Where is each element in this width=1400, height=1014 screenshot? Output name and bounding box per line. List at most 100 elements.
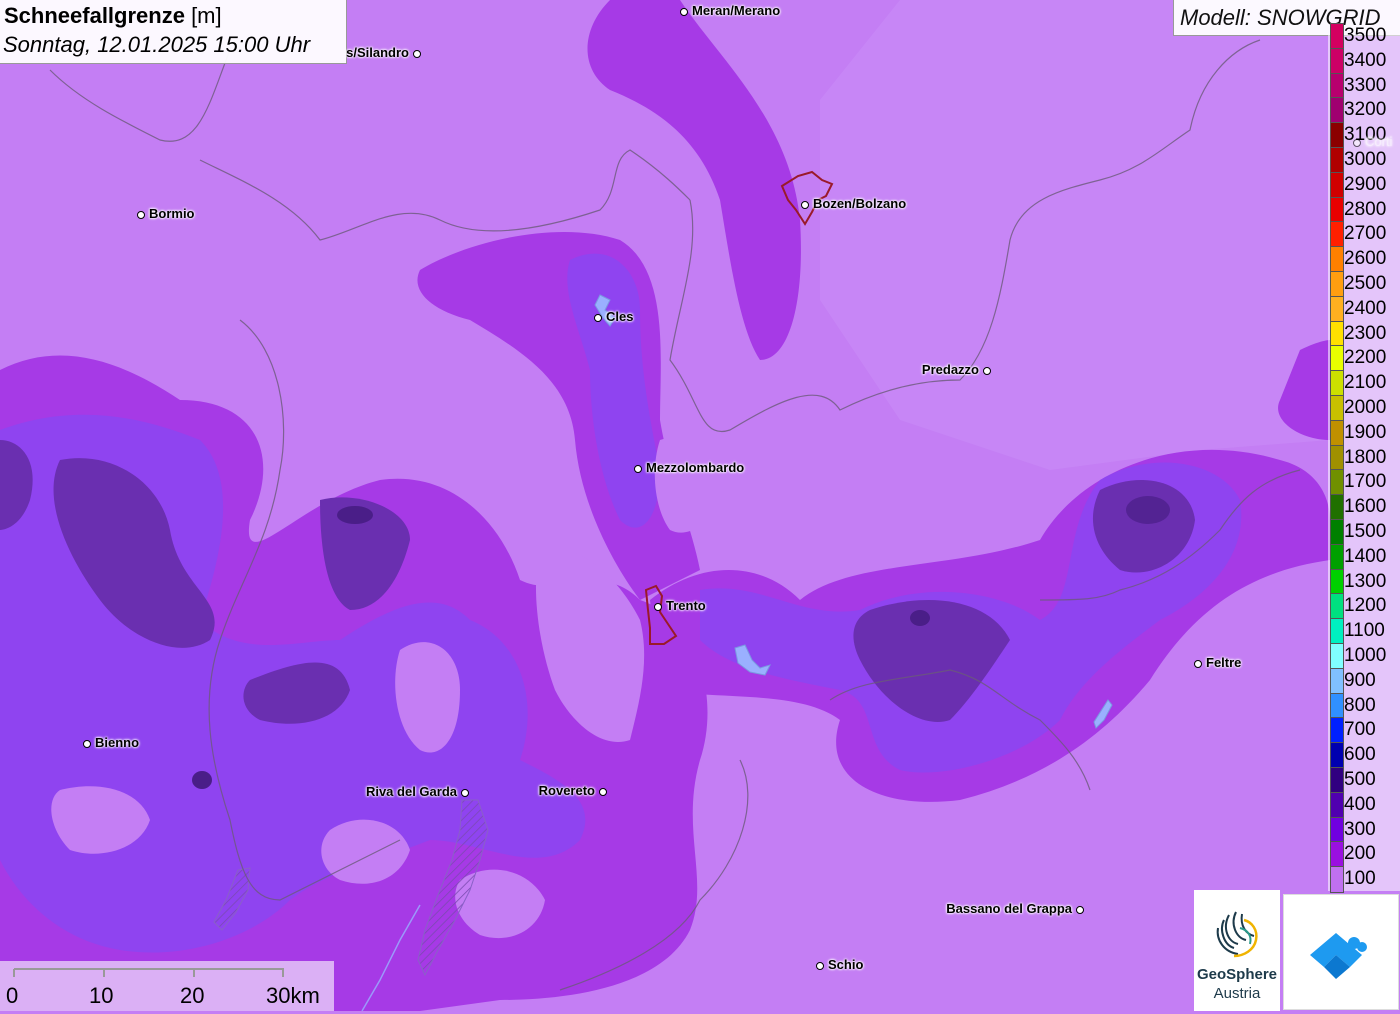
legend-label: 1400 <box>1344 545 1387 567</box>
city-marker[interactable] <box>1353 139 1361 147</box>
legend-label: 400 <box>1344 793 1376 815</box>
legend-label: 100 <box>1344 868 1376 890</box>
scale-label-10: 10 <box>89 983 114 1008</box>
legend-item: 2400 <box>1328 295 1400 323</box>
legend-label: 500 <box>1344 769 1376 790</box>
legend-swatch <box>1330 171 1344 199</box>
legend-swatch <box>1330 519 1344 546</box>
city-label[interactable]: Riva del Garda <box>366 784 457 799</box>
legend-swatch <box>1330 444 1344 472</box>
legend-item: 400 <box>1328 791 1400 819</box>
city-marker[interactable] <box>654 603 662 611</box>
city-marker[interactable] <box>461 789 469 797</box>
legend-item: 1800 <box>1328 444 1400 472</box>
city-marker[interactable] <box>1076 906 1084 914</box>
legend-label: 1500 <box>1344 521 1387 542</box>
legend-label: 2600 <box>1344 248 1387 270</box>
legend-label: 1000 <box>1344 645 1387 666</box>
city-label[interactable]: Bienno <box>95 735 139 750</box>
legend-swatch <box>1330 618 1344 645</box>
legend-item: 2300 <box>1328 320 1400 348</box>
city-label[interactable]: Trento <box>666 598 706 613</box>
city-label[interactable]: Cles <box>606 309 633 324</box>
city-label[interactable]: Bozen/Bolzano <box>813 196 906 211</box>
legend-label: 1700 <box>1344 471 1387 493</box>
legend-label: 700 <box>1344 719 1376 741</box>
legend-swatch <box>1330 494 1344 521</box>
legend-item: 3300 <box>1328 72 1400 100</box>
legend-swatch <box>1330 568 1344 596</box>
legend-swatch <box>1330 643 1344 670</box>
legend-label: 3500 <box>1344 25 1387 46</box>
legend-swatch <box>1330 295 1344 323</box>
legend-label: 3400 <box>1344 49 1387 71</box>
city-label[interactable]: s/Silandro <box>346 45 409 60</box>
map-datetime: Sonntag, 12.01.2025 15:00 Uhr <box>3 32 311 57</box>
legend-label: 3200 <box>1344 99 1387 121</box>
legend-swatch <box>1330 767 1344 794</box>
city-marker[interactable] <box>1194 660 1202 668</box>
legend-swatch <box>1330 370 1344 397</box>
legend-swatch <box>1330 97 1344 125</box>
city-marker[interactable] <box>599 788 607 796</box>
city-marker[interactable] <box>594 314 602 322</box>
city-label[interactable]: Predazzo <box>922 362 979 377</box>
legend-swatch <box>1330 320 1344 348</box>
legend-swatch <box>1330 47 1344 75</box>
legend-item: 700 <box>1328 717 1400 745</box>
city-marker[interactable] <box>634 465 642 473</box>
geosphere-logo[interactable]: GeoSphere Austria <box>1194 890 1280 1011</box>
legend-label: 1200 <box>1344 595 1387 617</box>
legend-item: 300 <box>1328 816 1400 844</box>
legend-swatch <box>1330 667 1344 695</box>
legend-label: 2100 <box>1344 372 1387 394</box>
band-500-spot <box>337 506 373 524</box>
app-logo[interactable] <box>1283 894 1399 1010</box>
city-marker[interactable] <box>413 50 421 58</box>
legend-label: 2700 <box>1344 223 1387 245</box>
city-label[interactable]: Bormio <box>149 206 195 221</box>
city-marker[interactable] <box>83 740 91 748</box>
legend-item: 3200 <box>1328 97 1400 125</box>
city-label[interactable]: Corti <box>1365 134 1392 149</box>
legend-swatch <box>1330 122 1344 149</box>
legend-item: 1100 <box>1328 618 1400 645</box>
city-marker[interactable] <box>983 367 991 375</box>
legend-swatch <box>1330 742 1344 769</box>
geosphere-swirl-icon <box>1216 911 1258 958</box>
legend-swatch <box>1330 72 1344 100</box>
legend-swatch <box>1330 543 1344 571</box>
scale-panel: 0 10 20 30km <box>0 961 334 1011</box>
legend-label: 600 <box>1344 744 1376 766</box>
geosphere-country: Austria <box>1213 985 1261 1002</box>
mountain-cloud-icon <box>1310 933 1367 979</box>
legend-item: 1700 <box>1328 469 1400 497</box>
legend-swatch <box>1330 841 1344 869</box>
legend-swatch <box>1330 791 1344 819</box>
city-label[interactable]: Meran/Merano <box>692 3 780 18</box>
legend-swatch <box>1330 345 1344 373</box>
city-marker[interactable] <box>801 201 809 209</box>
title-unit: [m] <box>184 3 222 28</box>
city-label[interactable]: Schio <box>828 957 863 972</box>
city-marker[interactable] <box>816 962 824 970</box>
city-label[interactable]: Rovereto <box>539 783 595 798</box>
color-legend: 3500 3400 3300 3200 3100 3000 2900 2800 2700 2600… <box>1328 23 1400 893</box>
city-label[interactable]: Bassano del Grappa <box>946 901 1072 916</box>
city-label[interactable]: Feltre <box>1206 655 1241 670</box>
city-label[interactable]: Mezzolombardo <box>646 460 744 475</box>
legend-item: 2900 <box>1328 171 1400 199</box>
city-marker[interactable] <box>137 211 145 219</box>
legend-swatch <box>1330 593 1344 621</box>
city-marker[interactable] <box>680 8 688 16</box>
scale-label-20: 20 <box>180 983 205 1008</box>
legend-item: 1600 <box>1328 494 1400 521</box>
legend-label: 900 <box>1344 669 1376 691</box>
legend-label: 3300 <box>1344 74 1387 96</box>
legend-label: 1300 <box>1344 570 1387 592</box>
title-main: Schneefallgrenze <box>4 3 185 28</box>
snowfall-map[interactable] <box>0 0 1400 1011</box>
geosphere-name: GeoSphere <box>1196 966 1278 983</box>
legend-label: 2400 <box>1344 297 1387 319</box>
legend-swatch <box>1330 147 1344 174</box>
